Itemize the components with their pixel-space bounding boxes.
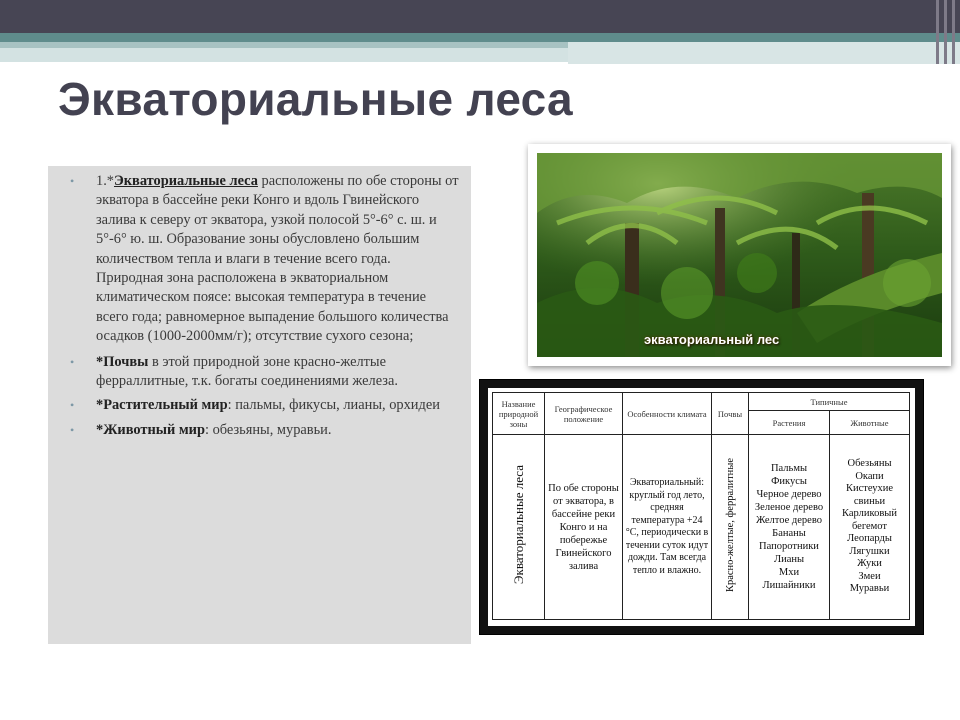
plant-item: Зеленое дерево bbox=[754, 502, 824, 513]
photo-caption: экваториальный лес bbox=[644, 332, 780, 347]
header-animals: Животные bbox=[829, 410, 910, 435]
plant-item: Лишайники bbox=[762, 580, 816, 591]
header-band-dark bbox=[0, 0, 960, 33]
plant-item: Мхи bbox=[778, 567, 800, 578]
animal-item: Лягушки bbox=[849, 545, 890, 557]
animal-item: Кистеухие bbox=[845, 483, 894, 495]
header-typical: Типичные bbox=[748, 392, 910, 411]
bullet-soils: • *Почвы в этой природной зоне красно-же… bbox=[70, 353, 398, 390]
decor-line bbox=[936, 0, 939, 64]
cell-climate: Экваториальный: круглый год лето, средня… bbox=[622, 434, 712, 620]
cell-plants: Пальмы Фикусы Черное дерево Зеленое дере… bbox=[748, 434, 830, 620]
zone-table: Название природной зоны Географическое п… bbox=[492, 392, 910, 620]
slide-title: Экваториальные леса bbox=[58, 73, 573, 125]
bullet-equatorial-forests: • 1.*Экваториальные леса расположены по … bbox=[70, 173, 459, 345]
animal-item: бегемот bbox=[851, 520, 888, 532]
header-geo: Географическое положение bbox=[544, 392, 623, 435]
bullet-icon: • bbox=[70, 354, 75, 369]
bullet-flora: • *Растительный мир: пальмы, фикусы, лиа… bbox=[48, 396, 471, 415]
text-box: • 1.*Экваториальные леса расположены по … bbox=[48, 166, 471, 644]
zone-table-frame: Название природной зоны Географическое п… bbox=[479, 379, 924, 635]
cell-animals: Обезьяны Окапи Кистеухие свиньи Карликов… bbox=[829, 434, 910, 620]
plant-item: Бананы bbox=[772, 528, 806, 539]
plant-item: Лианы bbox=[773, 554, 805, 565]
rainforest-photo bbox=[537, 153, 942, 357]
bullet-fauna: • *Животный мир: обезьяны, муравьи. bbox=[48, 421, 471, 440]
animal-item: Муравьи bbox=[849, 583, 890, 595]
bullet-icon: • bbox=[70, 422, 75, 437]
header-climate: Особенности климата bbox=[622, 392, 712, 435]
animal-item: Жуки bbox=[857, 558, 882, 570]
animal-item: Змеи bbox=[858, 570, 881, 582]
decor-line bbox=[952, 0, 955, 64]
animal-item: Окапи bbox=[855, 470, 884, 482]
bullet-icon: • bbox=[70, 398, 75, 413]
term-equatorial-forests: Экваториальные леса bbox=[114, 173, 258, 189]
header-band-teal bbox=[0, 33, 960, 42]
plant-item: Желтое дерево bbox=[756, 515, 822, 526]
header-zone-name: Название природной зоны bbox=[492, 392, 545, 435]
animal-item: свиньи bbox=[853, 495, 886, 507]
cell-zone: Экваториальные леса bbox=[492, 434, 545, 620]
header-soils: Почвы bbox=[711, 392, 749, 435]
decor-line bbox=[944, 0, 947, 64]
animal-item: Обезьяны bbox=[847, 458, 892, 470]
cell-geo: По обе стороны от экватора, в бассейне р… bbox=[544, 434, 623, 620]
bullet-icon: • bbox=[70, 174, 75, 188]
animal-item: Карликовый bbox=[842, 508, 897, 520]
header-plants: Растения bbox=[748, 410, 830, 435]
plant-item: Фикусы bbox=[771, 476, 807, 487]
plant-item: Пальмы bbox=[770, 463, 808, 474]
plant-item: Папоротники bbox=[759, 541, 819, 552]
plant-item: Черное дерево bbox=[756, 489, 822, 500]
animal-item: Леопарды bbox=[847, 533, 892, 545]
cell-soils: Красно-желтые, ферралитные bbox=[711, 434, 749, 620]
header-band-pale-right bbox=[568, 42, 960, 64]
header-band-pale bbox=[0, 48, 568, 62]
